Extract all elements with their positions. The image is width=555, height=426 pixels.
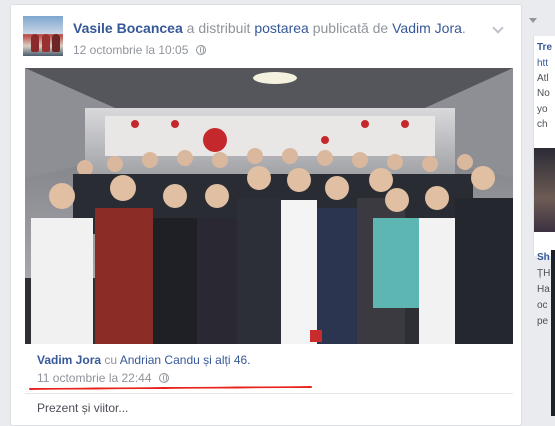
group-photo-illustration bbox=[25, 68, 513, 344]
shared-post-timestamp[interactable]: 11 octombrie la 22:44 bbox=[37, 371, 152, 385]
sidebar-item-title[interactable]: Tre bbox=[537, 42, 552, 53]
sidebar-item-text: yo bbox=[537, 104, 548, 115]
post-timestamp[interactable]: 12 octombrie la 10:05 bbox=[73, 43, 188, 57]
sidebar-item-text: pe bbox=[537, 316, 549, 327]
scroll-arrow-icon[interactable] bbox=[529, 18, 537, 23]
shared-post-meta: 11 octombrie la 22:44 bbox=[37, 371, 169, 385]
post-link[interactable]: postarea bbox=[254, 20, 308, 36]
post-photo[interactable] bbox=[25, 68, 513, 344]
sidebar-item-text: No bbox=[537, 88, 550, 99]
divider bbox=[25, 393, 513, 394]
tagged-others-link[interactable]: și alți 46. bbox=[203, 353, 250, 367]
post-header: Vasile Bocancea a distribuit postarea pu… bbox=[23, 16, 511, 60]
shared-post-line: Vadim Jora cu Andrian Candu și alți 46. bbox=[37, 353, 251, 367]
post-meta: 12 octombrie la 10:05 bbox=[73, 43, 206, 57]
author-name-link[interactable]: Vasile Bocancea bbox=[73, 20, 183, 36]
sidebar-item-title[interactable]: Sh bbox=[537, 252, 550, 263]
share-action-mid: publicată de bbox=[312, 20, 389, 36]
sidebar-item-text: oc bbox=[537, 300, 548, 311]
sidebar-thumbnail[interactable] bbox=[534, 148, 555, 232]
shared-author-link[interactable]: Vadim Jora bbox=[37, 353, 101, 367]
sidebar-item-text: ch bbox=[537, 119, 548, 130]
globe-icon[interactable] bbox=[195, 45, 206, 55]
post-card: Vasile Bocancea a distribuit postarea pu… bbox=[10, 4, 522, 426]
share-line: Vasile Bocancea a distribuit postarea pu… bbox=[73, 20, 466, 36]
tagged-user-link[interactable]: Andrian Candu bbox=[120, 353, 200, 367]
chevron-down-icon[interactable] bbox=[491, 22, 505, 36]
sidebar-item-url[interactable]: htt bbox=[537, 58, 548, 69]
globe-icon[interactable] bbox=[158, 373, 169, 383]
sidebar-item-text: ȚH bbox=[537, 268, 551, 279]
window-edge bbox=[551, 250, 555, 416]
shared-post-caption: Prezent și viitor... bbox=[37, 401, 129, 415]
with-text: cu bbox=[104, 353, 118, 367]
right-sidebar: Tre htt Atl No yo ch Sh ȚH Ha oc pe bbox=[528, 0, 555, 416]
share-action-text: a distribuit bbox=[186, 20, 251, 36]
author-avatar[interactable] bbox=[23, 16, 63, 56]
original-author-link[interactable]: Vadim Jora bbox=[392, 20, 462, 36]
red-annotation-underline bbox=[28, 386, 313, 390]
sidebar-item-text: Ha bbox=[537, 284, 550, 295]
sidebar-item-text: Atl bbox=[537, 73, 549, 84]
